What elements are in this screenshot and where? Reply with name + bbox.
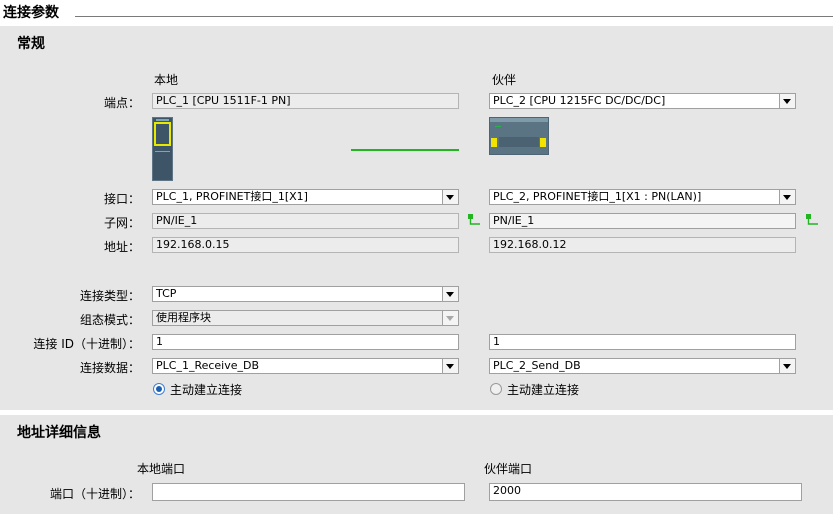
local-active-connection-label[interactable]: 主动建立连接 <box>170 381 242 398</box>
config-mode-select: 使用程序块 <box>152 310 459 326</box>
chevron-down-icon <box>442 311 458 325</box>
partner-connection-data-select[interactable]: PLC_2_Send_DB <box>489 358 796 374</box>
config-mode-label: 组态模式： <box>79 313 140 327</box>
general-section-title: 常规 <box>17 36 45 52</box>
general-section: 常规 本地 伙伴 端点： PLC_1 [CPU 1511F-1 PN] PLC_… <box>0 26 833 410</box>
local-port-heading: 本地端口 <box>137 462 186 476</box>
partner-port-input[interactable]: 2000 <box>489 483 802 501</box>
local-interface-value: PLC_1, PROFINET接口_1[X1] <box>156 190 308 203</box>
connection-type-label: 连接类型： <box>79 289 140 303</box>
connection-data-label: 连接数据： <box>79 361 140 375</box>
partner-active-connection-radio[interactable] <box>490 383 502 395</box>
network-link-icon[interactable] <box>805 213 819 227</box>
partner-endpoint-select[interactable]: PLC_2 [CPU 1215FC DC/DC/DC] <box>489 93 796 109</box>
header-divider <box>75 16 833 17</box>
partner-column-heading: 伙伴 <box>492 73 517 87</box>
chevron-down-icon[interactable] <box>779 359 795 373</box>
port-label: 端口（十进制）： <box>49 487 140 501</box>
partner-port-heading: 伙伴端口 <box>484 462 533 476</box>
partner-interface-select[interactable]: PLC_2, PROFINET接口_1[X1 : PN(LAN)] <box>489 189 796 205</box>
connection-type-select[interactable]: TCP <box>152 286 459 302</box>
address-label: 地址： <box>103 240 140 254</box>
local-connection-data-value: PLC_1_Receive_DB <box>156 359 260 372</box>
config-mode-value: 使用程序块 <box>156 311 211 324</box>
connection-parameters-title: 连接参数 <box>3 5 59 21</box>
address-details-section: 地址详细信息 本地端口 伙伴端口 端口（十进制）： 2000 <box>0 415 833 514</box>
partner-active-connection-label[interactable]: 主动建立连接 <box>507 381 579 398</box>
plc-1-device-icon <box>152 117 173 181</box>
plc-2-device-icon <box>489 117 549 155</box>
local-address-field: 192.168.0.15 <box>152 237 459 253</box>
local-subnet-field: PN/IE_1 <box>152 213 459 229</box>
connection-link-line <box>351 149 459 151</box>
address-details-title: 地址详细信息 <box>17 425 101 441</box>
partner-connection-id-input[interactable]: 1 <box>489 334 796 350</box>
chevron-down-icon[interactable] <box>779 190 795 204</box>
connection-type-value: TCP <box>156 287 177 300</box>
chevron-down-icon[interactable] <box>779 94 795 108</box>
chevron-down-icon[interactable] <box>442 190 458 204</box>
interface-label: 接口： <box>103 192 140 206</box>
connection-id-label: 连接 ID（十进制）： <box>33 337 140 351</box>
subnet-label: 子网： <box>103 216 140 230</box>
endpoint-label: 端点： <box>103 96 140 110</box>
partner-address-field: 192.168.0.12 <box>489 237 796 253</box>
partner-interface-value: PLC_2, PROFINET接口_1[X1 : PN(LAN)] <box>493 190 702 203</box>
local-port-input[interactable] <box>152 483 465 501</box>
chevron-down-icon[interactable] <box>442 287 458 301</box>
local-interface-select[interactable]: PLC_1, PROFINET接口_1[X1] <box>152 189 459 205</box>
local-endpoint-field: PLC_1 [CPU 1511F-1 PN] <box>152 93 459 109</box>
local-connection-id-input[interactable]: 1 <box>152 334 459 350</box>
partner-endpoint-value: PLC_2 [CPU 1215FC DC/DC/DC] <box>493 94 666 107</box>
partner-connection-data-value: PLC_2_Send_DB <box>493 359 581 372</box>
local-column-heading: 本地 <box>154 73 179 87</box>
partner-subnet-field[interactable]: PN/IE_1 <box>489 213 796 229</box>
local-connection-data-select[interactable]: PLC_1_Receive_DB <box>152 358 459 374</box>
local-active-connection-radio[interactable] <box>153 383 165 395</box>
chevron-down-icon[interactable] <box>442 359 458 373</box>
network-link-icon[interactable] <box>467 213 481 227</box>
